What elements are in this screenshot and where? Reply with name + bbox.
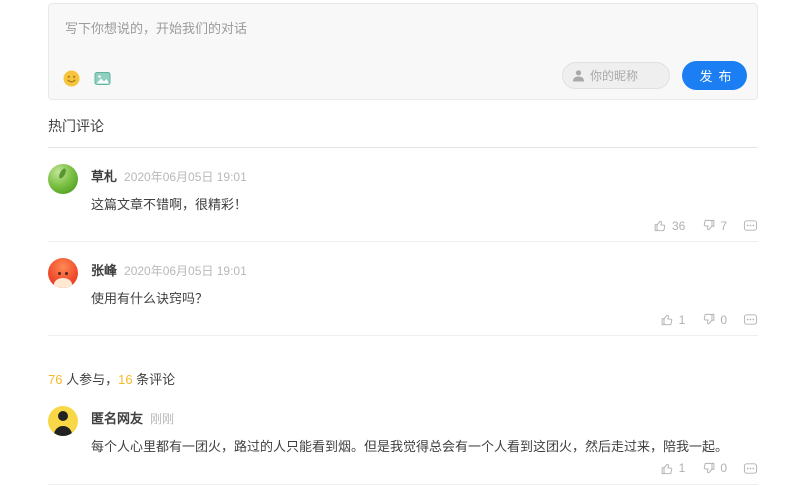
comment-content: 每个人心里都有一团火，路过的人只能看到烟。但是我觉得总会有一个人看到这团火，然后… [91,439,729,455]
comment-actions: 1 0 [91,461,758,476]
comment-head: 张峰 2020年06月05日 19:01 [91,260,758,279]
thumb-up-icon [661,315,672,326]
comment-bubble-icon [743,314,758,326]
participants-label: 人参与， [62,372,119,388]
image-icon[interactable] [94,70,111,87]
thumb-up-icon [661,463,672,474]
comment-body: 草札 2020年06月05日 19:01 这篇文章不错啊，很精彩！ 36 7 [91,164,758,233]
commenter-name: 草札 [91,169,118,184]
thumb-down-icon [704,314,715,325]
dislike-count: 0 [720,461,727,476]
comments-count: 16 [118,372,133,388]
comment-item: 草札 2020年06月05日 19:01 这篇文章不错啊，很精彩！ 36 7 [48,148,758,243]
hot-comments-title: 热门评论 [48,116,758,148]
dislike-button[interactable]: 7 [701,218,727,233]
composer-actions: 发布 [562,61,747,90]
commenter-name: 匿名网友 [91,411,144,427]
avatar [48,406,78,437]
like-count: 36 [671,218,686,233]
like-button[interactable]: 36 [653,218,685,233]
composer-toolbar [63,70,111,87]
comment-actions: 36 7 [91,218,758,233]
nickname-field-wrap [562,62,670,89]
comment-body: 张峰 2020年06月05日 19:01 使用有什么诀窍吗？ 1 0 [91,258,758,327]
comment-time: 刚刚 [150,412,175,427]
comment-head: 草札 2020年06月05日 19:01 [91,166,758,185]
comment-stats: 76 人参与，16 条评论 [48,369,758,388]
all-comments-list: 匿名网友 刚刚 每个人心里都有一团火，路过的人只能看到烟。但是我觉得总会有一个人… [48,390,758,486]
dislike-button[interactable]: 0 [701,312,727,327]
comment-time: 2020年06月05日 19:01 [124,264,247,279]
reply-button[interactable] [743,312,758,327]
comment-actions: 1 0 [91,312,758,327]
avatar [48,258,78,289]
dislike-count: 7 [720,218,727,233]
commenter-name: 张峰 [91,263,118,279]
comment-bubble-icon [743,220,758,231]
dislike-button[interactable]: 0 [701,461,727,476]
comments-label: 条评论 [132,372,176,388]
comment-widget: 发布 热门评论 草札 2020年06月05日 19:01 这篇文章不错啊，很精彩… [48,0,758,486]
hot-comments-list: 草札 2020年06月05日 19:01 这篇文章不错啊，很精彩！ 36 7 张… [48,148,758,337]
thumb-down-icon [704,462,715,473]
emoji-icon[interactable] [63,70,80,87]
comment-content: 使用有什么诀窍吗？ [91,291,209,307]
like-count: 1 [678,312,686,327]
like-button[interactable]: 1 [660,312,686,327]
comment-item: 张峰 2020年06月05日 19:01 使用有什么诀窍吗？ 1 0 [48,242,758,337]
comment-content: 这篇文章不错啊，很精彩！ [91,197,248,212]
comment-textarea[interactable] [65,18,741,60]
comment-bubble-icon [743,462,758,474]
like-button[interactable]: 1 [660,461,686,476]
comment-body: 匿名网友 刚刚 每个人心里都有一团火，路过的人只能看到烟。但是我觉得总会有一个人… [91,406,758,475]
comment-item: 匿名网友 刚刚 每个人心里都有一团火，路过的人只能看到烟。但是我觉得总会有一个人… [48,390,758,485]
like-count: 1 [678,461,686,476]
comment-time: 2020年06月05日 19:01 [124,170,247,184]
publish-button[interactable]: 发布 [682,61,747,90]
thumb-down-icon [704,220,715,231]
dislike-count: 0 [720,312,727,327]
reply-button[interactable] [743,218,758,233]
user-icon [573,70,584,82]
comment-head: 匿名网友 刚刚 [91,408,758,427]
reply-button[interactable] [743,461,758,476]
participants-count: 76 [48,372,63,388]
avatar [48,164,78,194]
comment-composer: 发布 [48,3,758,100]
thumb-up-icon [654,220,666,232]
